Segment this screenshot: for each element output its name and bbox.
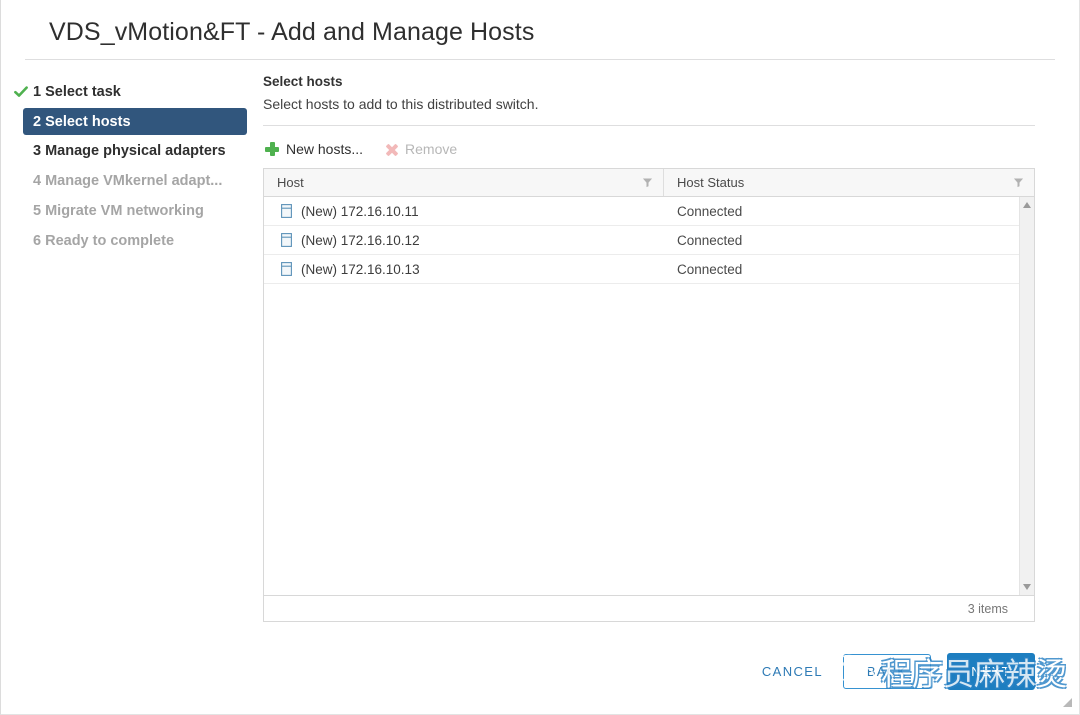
wizard-step-label: 4 Manage VMkernel adapt...	[33, 173, 223, 189]
table-row[interactable]: (New) 172.16.10.13 Connected	[264, 255, 1019, 284]
cell-host: (New) 172.16.10.12	[264, 233, 664, 248]
filter-icon[interactable]	[642, 177, 653, 188]
item-count: 3 items	[967, 601, 1008, 616]
wizard-step-manage-physical-adapters[interactable]: 3 Manage physical adapters	[1, 137, 263, 165]
add-and-manage-hosts-dialog: VDS_vMotion&FT - Add and Manage Hosts 1 …	[0, 0, 1080, 715]
column-header-host-status[interactable]: Host Status	[664, 169, 1034, 196]
wizard-step-list: 1 Select task 2 Select hosts 3 Manage ph…	[1, 60, 263, 257]
cell-host-status: Connected	[677, 232, 743, 248]
wizard-step-manage-vmkernel-adapters: 4 Manage VMkernel adapt...	[1, 167, 263, 195]
section-description: Select hosts to add to this distributed …	[263, 96, 1035, 126]
cancel-button[interactable]: CANCEL	[758, 658, 827, 685]
wizard-step-label: 1 Select task	[33, 84, 121, 100]
cell-host: (New) 172.16.10.13	[264, 262, 664, 277]
wizard-step-select-task[interactable]: 1 Select task	[1, 78, 263, 106]
check-icon	[14, 86, 28, 97]
table-vertical-scrollbar[interactable]	[1019, 197, 1034, 595]
hosts-table: Host Host Status (New) 172.16.10.11 Conn…	[263, 168, 1035, 596]
wizard-step-migrate-vm-networking: 5 Migrate VM networking	[1, 197, 263, 225]
column-header-label: Host	[277, 175, 304, 190]
remove-button[interactable]: Remove	[385, 141, 457, 157]
dialog-body: 1 Select task 2 Select hosts 3 Manage ph…	[1, 60, 1079, 622]
remove-label: Remove	[405, 141, 458, 157]
new-hosts-button[interactable]: New hosts...	[265, 141, 363, 157]
cell-host: (New) 172.16.10.11	[264, 204, 664, 219]
table-header-row: Host Host Status	[264, 169, 1034, 197]
wizard-step-label: 3 Manage physical adapters	[33, 143, 226, 159]
host-name: (New) 172.16.10.13	[301, 261, 420, 277]
host-server-icon	[281, 262, 292, 276]
wizard-step-select-hosts[interactable]: 2 Select hosts	[23, 108, 247, 135]
new-hosts-label: New hosts...	[286, 141, 364, 157]
table-row[interactable]: (New) 172.16.10.12 Connected	[264, 226, 1019, 255]
page-title: VDS_vMotion&FT - Add and Manage Hosts	[49, 18, 535, 46]
scroll-up-arrow-icon[interactable]	[1023, 202, 1031, 208]
wizard-step-label: 5 Migrate VM networking	[33, 203, 204, 219]
wizard-step-ready-to-complete: 6 Ready to complete	[1, 227, 263, 255]
host-server-icon	[281, 233, 292, 247]
close-x-icon	[385, 143, 398, 156]
host-server-icon	[281, 204, 292, 218]
cell-host-status: Connected	[677, 261, 743, 277]
wizard-step-label: 2 Select hosts	[33, 113, 131, 130]
column-header-host[interactable]: Host	[264, 169, 664, 196]
next-button[interactable]: NEXT	[947, 653, 1035, 690]
wizard-step-label: 6 Ready to complete	[33, 233, 175, 249]
host-name: (New) 172.16.10.11	[301, 203, 419, 219]
resize-handle[interactable]	[1060, 695, 1073, 708]
table-rows: (New) 172.16.10.11 Connected (New) 172.1…	[264, 197, 1019, 595]
section-heading: Select hosts	[263, 74, 343, 89]
host-name: (New) 172.16.10.12	[301, 232, 420, 248]
table-body: (New) 172.16.10.11 Connected (New) 172.1…	[264, 197, 1034, 595]
table-row[interactable]: (New) 172.16.10.11 Connected	[264, 197, 1019, 226]
filter-icon[interactable]	[1013, 177, 1024, 188]
hosts-toolbar: New hosts... Remove	[263, 130, 1035, 168]
cell-host-status: Connected	[677, 203, 743, 219]
scroll-down-arrow-icon[interactable]	[1023, 584, 1031, 590]
select-hosts-panel: Select hosts Select hosts to add to this…	[263, 60, 1079, 622]
plus-icon	[265, 142, 279, 156]
table-footer: 3 items	[263, 596, 1035, 622]
column-header-label: Host Status	[677, 175, 745, 190]
dialog-footer: CANCEL BACK NEXT	[758, 653, 1035, 690]
back-button[interactable]: BACK	[843, 654, 931, 689]
dialog-title-bar: VDS_vMotion&FT - Add and Manage Hosts	[25, 0, 1055, 60]
